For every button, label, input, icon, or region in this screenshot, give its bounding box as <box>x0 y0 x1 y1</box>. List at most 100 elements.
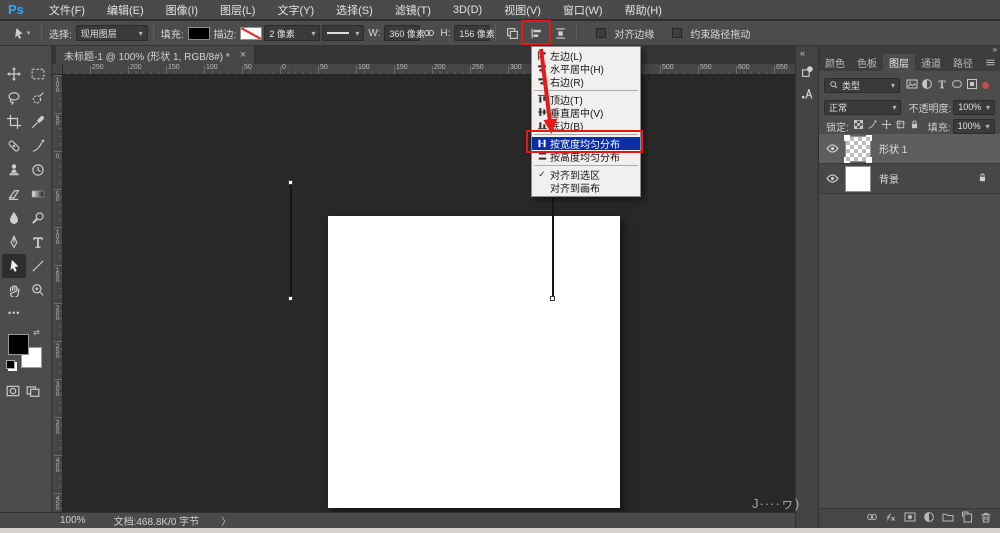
panel-tab-路径[interactable]: 路径 <box>947 54 979 71</box>
glyphs-panel-icon[interactable] <box>798 84 816 102</box>
panel-tab-图层[interactable]: 图层 <box>883 54 915 71</box>
hand-tool[interactable] <box>2 278 26 302</box>
status-expand-icon[interactable]: 〉 <box>221 513 231 528</box>
menu-item-1[interactable]: 编辑(E) <box>96 0 155 19</box>
anchor-handle[interactable] <box>550 296 555 301</box>
screen-mode-button[interactable] <box>26 384 40 401</box>
height-input[interactable]: 156 像素 <box>454 25 490 41</box>
menu-item-2[interactable]: 图像(I) <box>155 0 209 19</box>
panel-tab-色板[interactable]: 色板 <box>851 54 883 71</box>
layer-row-背景[interactable]: 背景 <box>819 164 1000 194</box>
menu-item-6[interactable]: 滤镜(T) <box>384 0 442 19</box>
lock-artboard-icon[interactable] <box>895 119 906 133</box>
menu-item-10[interactable]: 帮助(H) <box>614 0 673 19</box>
menu-item-底边(B)[interactable]: 底边(B) <box>532 119 640 132</box>
opacity-dropdown[interactable]: 100% <box>953 100 995 115</box>
layer-visibility-eye-icon[interactable] <box>823 142 841 155</box>
menu-item-0[interactable]: 文件(F) <box>38 0 96 19</box>
lock-move-icon[interactable] <box>881 119 892 133</box>
menu-item-4[interactable]: 文字(Y) <box>266 0 325 19</box>
gradient-tool[interactable] <box>26 182 50 206</box>
horizontal-ruler[interactable]: 2502001501005005010015020025030035040045… <box>52 64 795 75</box>
menu-item-右边(R)[interactable]: 右边(R) <box>532 75 640 88</box>
menu-item-按高度均匀分布[interactable]: 按高度均匀分布 <box>532 150 640 163</box>
menu-item-3[interactable]: 图层(L) <box>209 0 266 19</box>
eyedropper-tool[interactable] <box>26 110 50 134</box>
anchor-handle[interactable] <box>288 296 293 301</box>
stroke-width-dropdown[interactable]: 2 像素 <box>264 25 320 41</box>
fill-swatch[interactable] <box>188 27 210 40</box>
menu-item-8[interactable]: 视图(V) <box>493 0 552 19</box>
type-tool[interactable] <box>26 230 50 254</box>
current-tool-icon[interactable]: ▾ <box>6 23 36 43</box>
foreground-color-swatch[interactable] <box>8 334 29 355</box>
adjustment-filter-icon[interactable] <box>921 78 933 93</box>
zoom-level-field[interactable]: 100% <box>60 515 86 526</box>
pixel-layer-filter-icon[interactable] <box>906 78 918 93</box>
shape-filter-icon[interactable] <box>951 78 963 93</box>
dodge-tool[interactable] <box>26 206 50 230</box>
anchor-handle[interactable] <box>288 180 293 185</box>
menu-item-5[interactable]: 选择(S) <box>325 0 384 19</box>
panel-tab-颜色[interactable]: 颜色 <box>819 54 851 71</box>
stroke-swatch[interactable] <box>240 27 262 40</box>
layer-thumbnail[interactable] <box>845 136 871 162</box>
clone-stamp-tool[interactable] <box>2 158 26 182</box>
quick-selection-tool[interactable] <box>26 86 50 110</box>
lock-paint-icon[interactable] <box>867 119 878 133</box>
pen-tool[interactable] <box>2 230 26 254</box>
align-edges-checkbox[interactable] <box>596 28 606 38</box>
width-input[interactable]: 360 像素 <box>384 25 420 41</box>
edit-toolbar-icon[interactable]: ••• <box>8 308 20 318</box>
line-tool[interactable] <box>26 254 50 278</box>
document-tab[interactable]: 未标题-1 @ 100% (形状 1, RGB/8#) * × <box>56 46 255 64</box>
path-selection-tool[interactable] <box>2 254 26 278</box>
panel-tab-通道[interactable]: 通道 <box>915 54 947 71</box>
blur-tool[interactable] <box>2 206 26 230</box>
path-alignment-button[interactable] <box>525 23 547 43</box>
shape-line-right[interactable] <box>552 198 554 299</box>
blend-mode-dropdown[interactable]: 正常 <box>824 100 901 115</box>
shape-line-left[interactable] <box>290 183 292 299</box>
lasso-tool[interactable] <box>2 86 26 110</box>
default-colors-icon[interactable] <box>6 360 15 369</box>
link-dimensions-icon[interactable] <box>422 23 436 43</box>
menu-item-水平居中(H)[interactable]: 水平居中(H) <box>532 62 640 75</box>
filter-toggle-icon[interactable] <box>982 82 989 89</box>
constrain-path-drag-checkbox[interactable] <box>672 28 682 38</box>
layer-filter-dropdown[interactable]: 类型 <box>824 78 900 93</box>
collapse-dock-icon[interactable]: « <box>800 48 804 58</box>
shape-tools-panel-icon[interactable] <box>798 62 816 80</box>
swap-colors-icon[interactable]: ⇄ <box>33 328 40 337</box>
layer-row-形状 1[interactable]: 形状 1 <box>819 134 1000 164</box>
canvas-pasteboard[interactable] <box>52 64 795 512</box>
history-brush-tool[interactable] <box>26 158 50 182</box>
menu-item-垂直居中(V)[interactable]: 垂直居中(V) <box>532 106 640 119</box>
layer-group-icon[interactable] <box>942 511 954 526</box>
menu-item-7[interactable]: 3D(D) <box>442 0 493 19</box>
smart-object-filter-icon[interactable] <box>966 78 978 93</box>
layer-fill-dropdown[interactable]: 100% <box>953 119 995 134</box>
brush-tool[interactable] <box>26 134 50 158</box>
expand-panel-icon[interactable]: » <box>993 45 996 54</box>
marquee-tool[interactable] <box>26 62 50 86</box>
layer-mask-icon[interactable] <box>904 511 916 526</box>
menu-item-对齐到画布[interactable]: 对齐到画布 <box>532 181 640 194</box>
healing-brush-tool[interactable] <box>2 134 26 158</box>
delete-layer-icon[interactable] <box>980 511 992 526</box>
crop-tool[interactable] <box>2 110 26 134</box>
lock-all-icon[interactable] <box>909 119 920 133</box>
new-layer-icon[interactable] <box>961 511 973 526</box>
stroke-style-dropdown[interactable] <box>322 25 364 41</box>
path-arrangement-button[interactable] <box>549 23 571 43</box>
layer-style-fx-icon[interactable] <box>885 511 897 526</box>
lock-transparent-icon[interactable] <box>853 119 864 133</box>
tab-close-icon[interactable]: × <box>240 49 246 61</box>
link-layers-icon[interactable] <box>866 511 878 526</box>
move-tool[interactable] <box>2 62 26 86</box>
vertical-ruler[interactable]: 10050050100150200250300350400450 <box>52 75 63 512</box>
ruler-origin-corner[interactable] <box>52 64 63 75</box>
document-canvas[interactable] <box>328 216 620 508</box>
type-filter-icon[interactable] <box>936 78 948 93</box>
panel-menu-icon[interactable] <box>985 54 996 71</box>
